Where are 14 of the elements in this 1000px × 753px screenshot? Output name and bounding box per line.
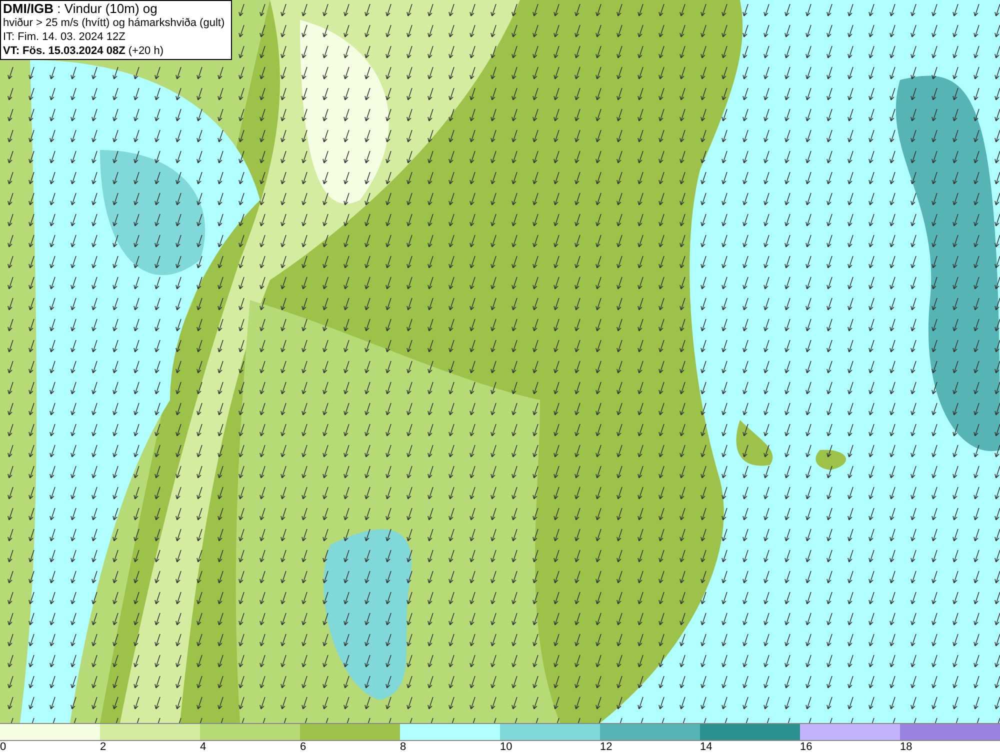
scale-tick-label: 6	[300, 741, 306, 753]
scale-tick-label: 0	[0, 741, 6, 753]
scale-tick-label: 16	[800, 741, 812, 753]
scale-tick-label: 10	[500, 741, 512, 753]
scale-tick-label: 14	[700, 741, 712, 753]
scale-tick-label: 2	[100, 741, 106, 753]
caption-line: hviður > 25 m/s (hvítt) og hámarkshviða (gult)	[3, 16, 226, 30]
caption-line: VT: Fös. 15.03.2024 08Z (+20 h)	[3, 44, 165, 58]
caption-line: DMI/IGB : Vindur (10m) og	[3, 2, 158, 16]
scale-tick-label: 18	[900, 741, 912, 753]
caption-line: IT: Fim. 14. 03. 2024 12Z	[3, 30, 126, 44]
scale-tick-label: 8	[400, 741, 406, 753]
scale-tick-label: 12	[600, 741, 612, 753]
scale-tick-label: 4	[200, 741, 206, 753]
